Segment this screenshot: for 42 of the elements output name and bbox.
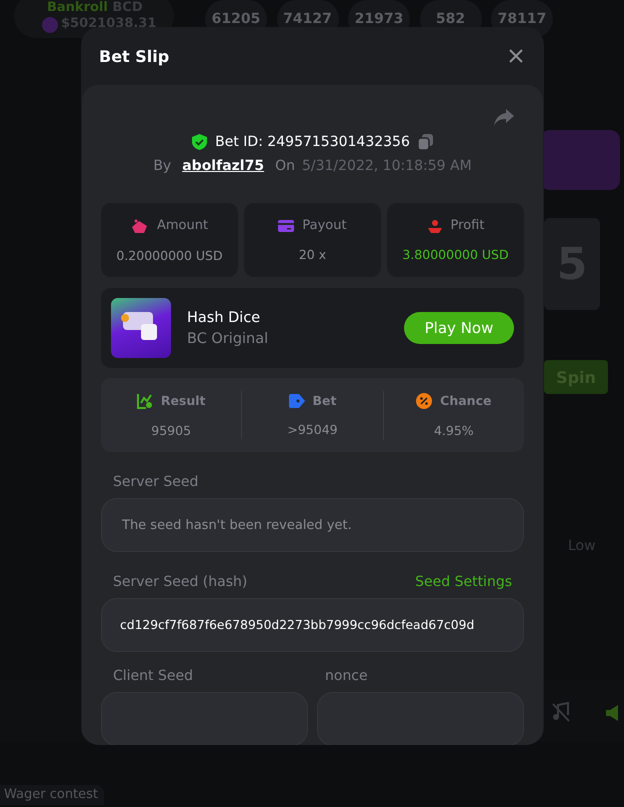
- summary-label: Profit: [450, 218, 484, 233]
- wager-contest-tab[interactable]: Wager contest: [0, 785, 104, 805]
- game-provider: BC Original: [187, 330, 270, 346]
- game-name: Hash Dice: [187, 310, 262, 326]
- field-label: nonce: [325, 668, 368, 684]
- summary-label: Payout: [302, 218, 347, 233]
- music-off-icon[interactable]: [552, 702, 570, 722]
- field-label: Client Seed: [113, 668, 193, 684]
- copy-button[interactable]: [418, 134, 433, 150]
- detail-value: 4.95%: [434, 422, 474, 438]
- bet-timestamp: 5/31/2022, 10:18:59 AM: [302, 158, 472, 174]
- field-label: Server Seed (hash): [113, 574, 248, 590]
- dialog-title: Bet Slip: [99, 46, 170, 66]
- seed-settings-link[interactable]: Seed Settings: [415, 574, 512, 590]
- card-icon: [278, 220, 294, 232]
- summary-label: Amount: [156, 218, 208, 233]
- server-seed-field: The seed hasn't been revealed yet.: [101, 498, 524, 552]
- close-icon: [508, 48, 524, 64]
- detail-label: Chance: [440, 393, 492, 408]
- summary-value: 0.20000000 USD: [116, 248, 223, 262]
- close-button[interactable]: [508, 48, 524, 64]
- summary-value: 20 x: [298, 247, 326, 262]
- by-label: By: [153, 158, 172, 174]
- detail-label: Bet: [312, 393, 336, 408]
- copy-icon: [418, 134, 433, 150]
- username-link[interactable]: abolfazl75: [182, 158, 264, 174]
- summary-value: 3.80000000 USD: [402, 247, 509, 262]
- shield-check-icon: [192, 134, 208, 150]
- percent-icon: [416, 392, 432, 408]
- tag-icon: [288, 394, 304, 408]
- detail-value: 95905: [151, 422, 192, 438]
- detail-label: Result: [160, 393, 206, 408]
- server-seed-hash-field: cd129cf7f687f6e678950d2273bb7999cc96dcfead67c09d: [101, 598, 524, 652]
- bet-id: Bet ID: 2495715301432356: [215, 134, 410, 150]
- play-now-button[interactable]: Play Now: [404, 312, 514, 344]
- detail-value: >95049: [287, 422, 338, 437]
- share-arrow-icon: [494, 109, 514, 126]
- share-button[interactable]: [494, 109, 514, 126]
- game-thumbnail: [111, 298, 171, 358]
- field-label: Server Seed: [113, 474, 198, 490]
- chart-check-icon: [136, 392, 153, 408]
- on-label: On: [275, 158, 295, 174]
